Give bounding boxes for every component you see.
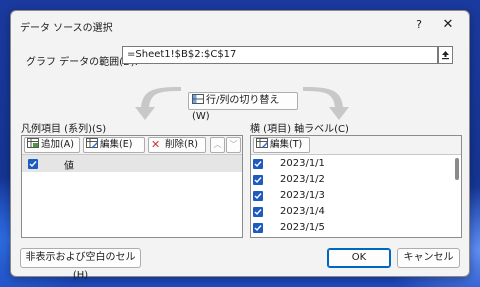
category-item[interactable]: 2023/1/2 bbox=[251, 172, 447, 188]
series-item[interactable]: 値 bbox=[22, 155, 242, 172]
edit-category-label: 編集(T) bbox=[270, 139, 303, 150]
category-checkbox[interactable] bbox=[253, 223, 263, 233]
series-checkbox[interactable] bbox=[28, 159, 38, 169]
category-panel-label: 横 (項目) 軸ラベル(C) bbox=[250, 124, 349, 135]
category-checkbox[interactable] bbox=[253, 175, 263, 185]
category-item[interactable]: 2023/1/5 bbox=[251, 220, 447, 236]
delete-label: 削除(R) bbox=[165, 139, 199, 150]
close-button[interactable]: ✕ bbox=[439, 17, 457, 33]
switch-icon bbox=[192, 94, 204, 104]
switch-arrow-left-icon bbox=[135, 87, 181, 120]
hidden-empty-cells-button[interactable]: 非表示および空白のセル(H) bbox=[20, 248, 141, 281]
move-down-button[interactable]: ﹀ bbox=[226, 137, 241, 153]
collapse-range-button[interactable] bbox=[438, 46, 453, 64]
category-scrollbar[interactable] bbox=[455, 158, 459, 180]
category-panel: 編集(T) 2023/1/1 2023/1/2 2023/1/3 2023/1/… bbox=[250, 135, 462, 238]
edit-category-button[interactable]: 編集(T) bbox=[253, 137, 310, 153]
category-toolbar: 編集(T) bbox=[251, 136, 461, 155]
category-checkbox[interactable] bbox=[253, 207, 263, 217]
dialog-title: データ ソースの選択 bbox=[20, 23, 113, 34]
category-item-label: 2023/1/2 bbox=[280, 174, 325, 185]
move-up-button[interactable]: ︿ bbox=[210, 137, 225, 153]
delete-icon: ✕ bbox=[151, 138, 161, 151]
add-icon bbox=[27, 138, 39, 148]
switch-row-column-button[interactable]: 行/列の切り替え(W) bbox=[188, 92, 298, 122]
category-item[interactable]: 2023/1/1 bbox=[251, 156, 447, 172]
series-toolbar: 追加(A) 編集(E) ✕ 削除(R) ︿ ﹀ bbox=[22, 136, 242, 155]
cancel-button[interactable]: キャンセル bbox=[397, 248, 460, 268]
category-item-label: 2023/1/4 bbox=[280, 206, 325, 217]
category-checkbox[interactable] bbox=[253, 191, 263, 201]
add-series-button[interactable]: 追加(A) bbox=[24, 137, 80, 153]
select-data-source-dialog: データ ソースの選択 ? ✕ グラフ データの範囲(D): =Sheet1!$B… bbox=[10, 10, 470, 281]
help-button[interactable]: ? bbox=[410, 17, 428, 33]
category-item-label: 2023/1/1 bbox=[280, 158, 325, 169]
edit-label: 編集(E) bbox=[100, 139, 133, 150]
ok-button[interactable]: OK bbox=[327, 248, 391, 268]
edit-category-icon bbox=[256, 138, 268, 148]
collapse-range-icon bbox=[442, 51, 449, 60]
edit-icon bbox=[86, 138, 98, 148]
category-item[interactable]: 2023/1/3 bbox=[251, 188, 447, 204]
series-item-label: 値 bbox=[64, 161, 74, 172]
category-item[interactable]: 2023/1/4 bbox=[251, 204, 447, 220]
category-checkbox[interactable] bbox=[253, 159, 263, 169]
series-panel-label: 凡例項目 (系列)(S) bbox=[21, 124, 107, 135]
switch-label: 行/列の切り替え(W) bbox=[192, 95, 280, 122]
switch-arrow-right-icon bbox=[303, 87, 349, 120]
add-label: 追加(A) bbox=[41, 139, 74, 150]
series-panel: 追加(A) 編集(E) ✕ 削除(R) ︿ ﹀ 値 bbox=[21, 135, 243, 238]
delete-series-button[interactable]: ✕ 削除(R) bbox=[148, 137, 206, 153]
category-item-label: 2023/1/3 bbox=[280, 190, 325, 201]
category-item-label: 2023/1/5 bbox=[280, 222, 325, 233]
chart-range-input[interactable]: =Sheet1!$B$2:$C$17 bbox=[122, 46, 438, 64]
edit-series-button[interactable]: 編集(E) bbox=[83, 137, 145, 153]
